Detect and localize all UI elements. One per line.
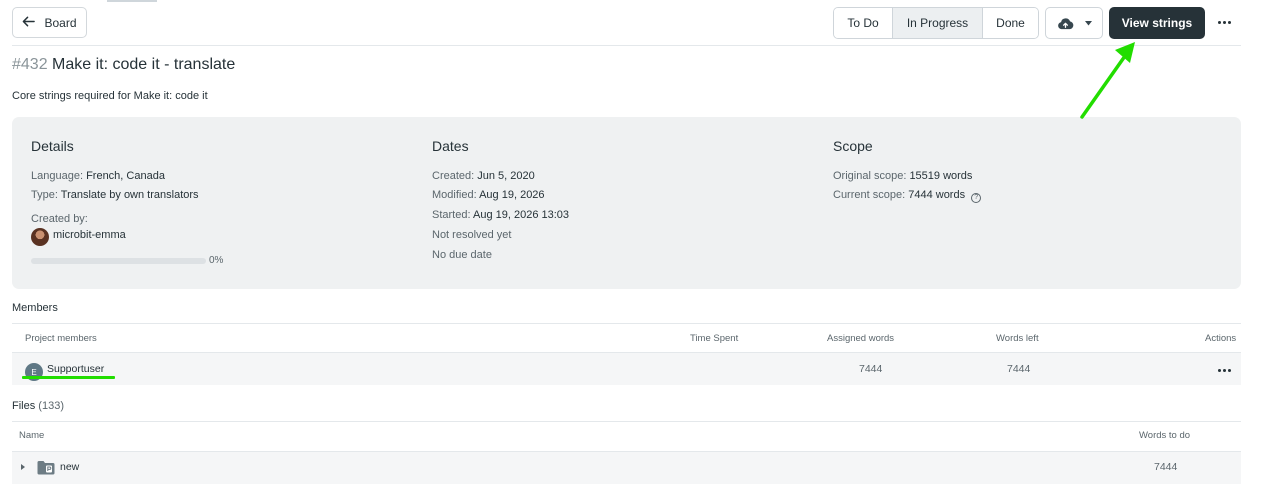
chevron-down-icon [1084,20,1092,26]
file-name[interactable]: new [60,461,79,473]
members-table-top-border [12,323,1241,324]
task-info-panel: Details Language: French, Canada Type: T… [12,117,1241,289]
language-row: Language: French, Canada [31,170,165,182]
active-tab-indicator [107,0,157,2]
original-scope-value: 15519 words [909,170,973,182]
more-horizontal-icon [1217,20,1231,24]
progress-bar [31,258,206,264]
status-done-button[interactable]: Done [983,8,1038,38]
table-row [12,353,1241,385]
task-title: Make it: code it - translate [52,56,236,73]
status-toggle-group: To Do In Progress Done [833,7,1039,39]
started-label: Started: [432,209,471,221]
language-value: French, Canada [86,170,165,182]
question-circle-icon[interactable]: ? [971,192,982,203]
files-col-name: Name [19,430,45,441]
type-row: Type: Translate by own translators [31,189,199,201]
language-label: Language: [31,170,83,182]
avatar [31,228,49,246]
files-count: (133) [38,400,64,412]
dates-heading: Dates [432,138,469,154]
task-number: #432 [12,56,48,73]
files-table-top-border [12,421,1241,422]
cloud-upload-icon [1057,17,1074,30]
created-label: Created: [432,170,475,182]
members-col-time-spent: Time Spent [690,333,739,344]
files-heading: Files (133) [12,400,64,412]
progress-label: 0% [209,255,224,266]
modified-date-row: Modified: Aug 19, 2026 [432,189,545,201]
files-heading-label: Files [12,400,36,412]
view-strings-button[interactable]: View strings [1109,7,1205,39]
back-to-board-button[interactable]: Board [12,7,87,38]
original-scope-row: Original scope: 15519 words [833,170,972,182]
started-date-row: Started: Aug 19, 2026 13:03 [432,209,569,221]
current-scope-label: Current scope: [833,189,906,201]
created-by-user[interactable]: microbit-emma [53,229,126,241]
annotation-underline [22,376,115,379]
members-col-actions: Actions [1205,333,1237,344]
file-words-to-do: 7444 [1154,461,1178,473]
created-date-row: Created: Jun 5, 2020 [432,170,535,182]
more-actions-button[interactable] [1214,14,1234,30]
created-by-value: microbit-emma [53,229,126,241]
current-scope-row: Current scope: 7444 words ? [833,189,982,203]
modified-label: Modified: [432,189,477,201]
members-col-project-members: Project members [25,333,97,344]
table-row[interactable] [12,452,1241,484]
due-date-status: No due date [432,249,492,261]
caret-right-icon[interactable] [21,464,25,470]
members-col-assigned-words: Assigned words [827,333,895,344]
current-scope-value: 7444 words [908,189,966,201]
type-label: Type: [31,189,58,201]
task-description: Core strings required for Make it: code … [12,90,208,102]
members-heading: Members [12,302,58,314]
created-value: Jun 5, 2020 [477,170,535,182]
original-scope-label: Original scope: [833,170,907,182]
member-actions-button[interactable] [1214,364,1234,376]
page-title: #432 Make it: code it - translate [12,56,235,74]
member-words-left: 7444 [1007,363,1031,375]
files-col-words-to-do: Words to do [1139,430,1191,441]
status-in-progress-button[interactable]: In Progress [893,8,983,38]
scope-heading: Scope [833,138,873,154]
status-todo-button[interactable]: To Do [834,8,893,38]
member-name-link[interactable]: Supportuser [47,363,104,375]
details-heading: Details [31,138,74,154]
arrow-left-icon [22,15,36,31]
folder-icon [37,460,55,475]
members-col-words-left: Words left [996,333,1039,344]
type-value: Translate by own translators [60,189,199,201]
started-value: Aug 19, 2026 13:03 [472,209,570,221]
header-divider [12,45,1241,46]
modified-value: Aug 19, 2026 [479,189,545,201]
member-assigned-words: 7444 [859,363,883,375]
created-by-label: Created by: [31,213,88,225]
more-horizontal-icon [1217,368,1231,372]
back-button-label: Board [44,15,77,30]
upload-dropdown-button[interactable] [1045,7,1103,39]
resolved-status: Not resolved yet [432,229,512,241]
